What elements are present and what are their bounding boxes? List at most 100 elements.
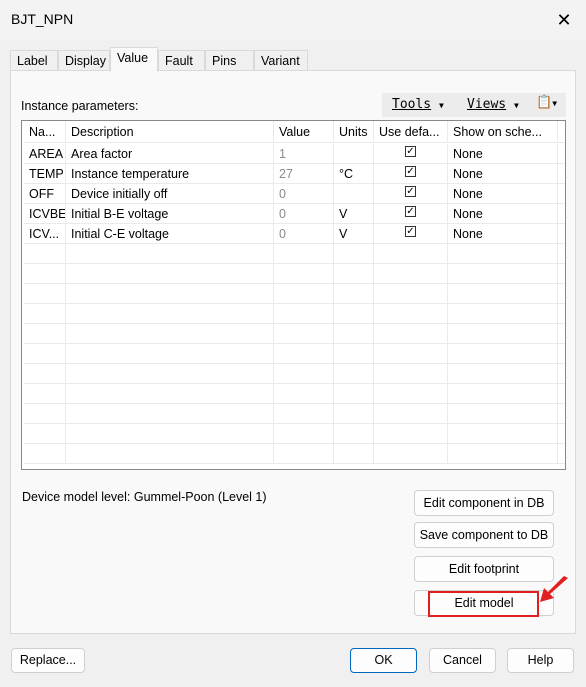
cell-value: 0 [274,224,334,244]
empty-cell [274,444,334,464]
empty-cell [374,384,448,404]
tab-pins[interactable]: Pins [205,50,254,71]
empty-cell [448,384,558,404]
empty-cell [374,324,448,344]
empty-cell [448,444,558,464]
empty-cell [374,264,448,284]
empty-cell [448,244,558,264]
table-row[interactable]: ICVBE Initial B-E voltage 0 V ✓ None [24,204,565,224]
checkbox[interactable]: ✓ [405,186,416,198]
table-row[interactable]: AREA Area factor 1 ✓ None [24,144,565,164]
cell-name: ICV... [24,224,66,244]
table-row[interactable] [24,364,565,384]
cell-show-on-schematic: None [448,204,558,224]
checkbox[interactable]: ✓ [405,206,416,218]
save-component-to-db-button[interactable]: Save component to DB [414,522,554,548]
empty-cell [24,344,66,364]
tools-menu[interactable]: Tools ▼ [392,97,444,112]
checkbox[interactable]: ✓ [405,226,416,238]
empty-cell [334,344,374,364]
table-row[interactable]: ICV... Initial C-E voltage 0 V ✓ None [24,224,565,244]
views-menu[interactable]: Views ▼ [467,97,519,112]
cell-description: Instance temperature [66,164,274,184]
table-row[interactable] [24,244,565,264]
table-row[interactable] [24,384,565,404]
empty-cell [274,244,334,264]
table-row[interactable] [24,344,565,364]
tab-fault[interactable]: Fault [158,50,205,71]
edit-component-in-db-button[interactable]: Edit component in DB [414,490,554,516]
empty-cell [24,384,66,404]
empty-cell [374,304,448,324]
checkbox[interactable]: ✓ [405,146,416,158]
column-header[interactable]: Description [66,121,274,143]
tab-value[interactable]: Value [110,47,158,72]
edit-footprint-button[interactable]: Edit footprint [414,556,554,582]
empty-cell [274,284,334,304]
column-header[interactable]: Value [274,121,334,143]
cell-value: 1 [274,144,334,164]
replace-button[interactable]: Replace... [11,648,85,673]
empty-cell [66,244,274,264]
column-header[interactable]: Show on sche... [448,121,558,143]
table-row[interactable] [24,424,565,444]
cell-use-default: ✓ [374,144,448,164]
empty-cell [448,284,558,304]
empty-cell [374,424,448,444]
views-label: Views [467,97,507,112]
empty-cell [24,324,66,344]
empty-cell [374,344,448,364]
empty-cell [24,304,66,324]
empty-cell [66,404,274,424]
empty-cell [448,364,558,384]
empty-cell [448,324,558,344]
table-header: Na... Description Value Units Use defa... Sho… [24,121,565,143]
tab-display[interactable]: Display [58,50,110,71]
table-row[interactable] [24,284,565,304]
empty-cell [66,424,274,444]
table-row[interactable] [24,324,565,344]
table-row[interactable]: OFF Device initially off 0 ✓ None [24,184,565,204]
tools-label: Tools [392,97,432,112]
table-row[interactable]: TEMP Instance temperature 27 °C ✓ None [24,164,565,184]
properties-icon[interactable]: 📋▼ [536,95,557,110]
empty-cell [66,344,274,364]
empty-cell [334,364,374,384]
cell-units: °C [334,164,374,184]
cell-name: ICVBE [24,204,66,224]
empty-cell [274,364,334,384]
empty-cell [334,244,374,264]
cell-units [334,184,374,204]
empty-cell [374,444,448,464]
table-row[interactable] [24,264,565,284]
parameters-table: Na... Description Value Units Use defa... Sho… [21,120,566,470]
cell-value: 0 [274,204,334,224]
tab-variant[interactable]: Variant [254,50,308,71]
table-row[interactable] [24,304,565,324]
ok-button[interactable]: OK [350,648,417,673]
toolbar: Tools ▼ Views ▼ 📋▼ [382,93,566,117]
cell-description: Initial C-E voltage [66,224,274,244]
tab-label[interactable]: Label [10,50,58,71]
highlight-box [428,591,539,617]
empty-cell [66,384,274,404]
cell-value: 0 [274,184,334,204]
table-row[interactable] [24,404,565,424]
empty-cell [274,264,334,284]
empty-cell [24,244,66,264]
empty-cell [66,324,274,344]
empty-cell [24,264,66,284]
empty-cell [274,324,334,344]
table-row[interactable] [24,444,565,464]
checkbox[interactable]: ✓ [405,166,416,178]
column-header[interactable]: Use defa... [374,121,448,143]
cancel-button[interactable]: Cancel [429,648,496,673]
column-header[interactable]: Units [334,121,374,143]
help-button[interactable]: Help [507,648,574,673]
column-header[interactable]: Na... [24,121,66,143]
empty-cell [334,404,374,424]
close-icon[interactable]: ✕ [552,8,576,32]
window-title: BJT_NPN [11,11,74,27]
empty-cell [274,344,334,364]
empty-cell [334,324,374,344]
